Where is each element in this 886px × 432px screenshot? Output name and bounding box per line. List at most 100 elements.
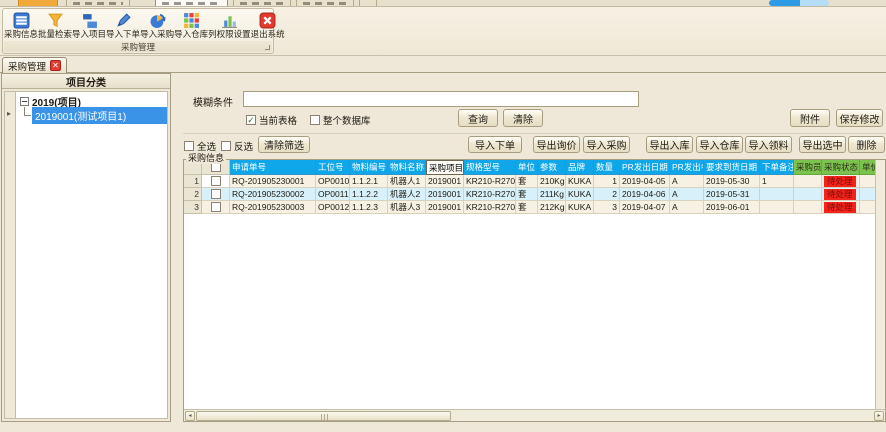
column-header-采购项目[interactable]: 采购项目 xyxy=(426,160,464,175)
column-header-工位号[interactable]: 工位号 xyxy=(316,160,350,175)
action-button-导入领料[interactable]: 导入领料 xyxy=(745,136,792,153)
cell-price xyxy=(860,201,875,214)
panel-title: 项目分类 xyxy=(2,74,170,89)
separator xyxy=(183,133,886,134)
checkbox-icon[interactable] xyxy=(310,115,320,125)
row-number: 1 xyxy=(184,175,202,188)
cell-pr_sender: A xyxy=(670,201,704,214)
close-icon[interactable]: ✕ xyxy=(50,60,61,71)
row-checkbox[interactable] xyxy=(202,188,230,201)
checkbox-icon[interactable] xyxy=(221,141,231,151)
checkbox-icon[interactable] xyxy=(211,176,221,186)
scroll-right-icon[interactable]: ▸ xyxy=(874,411,884,421)
column-header-下单备注[interactable]: 下单备注 xyxy=(760,160,794,175)
column-header-采购员[interactable]: 采购员 xyxy=(794,160,822,175)
save-changes-button[interactable]: 保存修改 xyxy=(836,109,883,127)
ribbon-button-导入仓库[interactable]: 导入仓库 xyxy=(174,10,208,43)
ribbon-button-导入项目[interactable]: 导入项目 xyxy=(72,10,106,43)
checkbox-当前表格[interactable]: ✓当前表格 xyxy=(246,113,297,127)
ribbon-tab-selected[interactable] xyxy=(155,0,228,6)
ribbon-button-导入下单[interactable]: 导入下单 xyxy=(106,10,140,43)
column-header-品牌[interactable]: 品牌 xyxy=(566,160,594,175)
action-button-删除[interactable]: 删除 xyxy=(848,136,885,153)
checkbox-icon[interactable] xyxy=(184,141,194,151)
ribbon-tab-1[interactable] xyxy=(66,0,130,6)
fuzzy-condition-input[interactable] xyxy=(243,91,639,107)
checkbox-icon[interactable] xyxy=(211,202,221,212)
ribbon-button-导入采购[interactable]: 导入采购 xyxy=(140,10,174,43)
column-header-物料名称[interactable]: 物料名称 xyxy=(388,160,426,175)
checkbox-整个数据库[interactable]: 整个数据库 xyxy=(310,113,371,127)
horizontal-scrollbar[interactable]: ◂ ▸ xyxy=(184,409,885,421)
checkbox-label: 当前表格 xyxy=(259,113,297,127)
cell-required_date: 2019-05-31 xyxy=(704,188,760,201)
clear-filter-button[interactable]: 清除筛选 xyxy=(258,136,310,153)
ribbon-button-label: 列权限设置 xyxy=(208,29,251,40)
ribbon-button-列权限设置[interactable]: 列权限设置 xyxy=(208,10,251,43)
tree-area: ▸ 2019(项目)2019001(测试项目1) xyxy=(4,91,168,419)
column-header-单位[interactable]: 单位 xyxy=(516,160,538,175)
table-row[interactable]: 3RQ-201905230003OP00121.1.2.3机器人32019001… xyxy=(184,201,875,214)
cell-qty: 3 xyxy=(594,201,620,214)
column-header-单价[interactable]: 单价 xyxy=(860,160,875,175)
column-header-物料编号[interactable]: 物料编号 xyxy=(350,160,388,175)
funnel-icon xyxy=(47,11,64,29)
ribbon-tab-strip xyxy=(0,0,886,7)
clear-button[interactable]: 清除 xyxy=(503,109,543,127)
cell-material_name: 机器人3 xyxy=(388,201,426,214)
action-button-导入下单[interactable]: 导入下单 xyxy=(468,136,522,153)
ribbon-tab-3[interactable] xyxy=(296,0,354,6)
checkbox-icon[interactable]: ✓ xyxy=(246,115,256,125)
attachment-button[interactable]: 附件 xyxy=(790,109,830,127)
action-button-导出选中[interactable]: 导出选中 xyxy=(799,136,846,153)
column-header-采购状态[interactable]: 采购状态 xyxy=(822,160,860,175)
action-button-导出询价[interactable]: 导出询价 xyxy=(533,136,580,153)
table-row[interactable]: 1RQ-201905230001OP00101.1.2.1机器人12019001… xyxy=(184,175,875,188)
scroll-left-icon[interactable]: ◂ xyxy=(185,411,195,421)
document-tab-procurement[interactable]: 采购管理 ✕ xyxy=(2,57,67,73)
column-header-参数[interactable]: 参数 xyxy=(538,160,566,175)
tab-text-remnant xyxy=(162,2,221,5)
column-header-规格型号[interactable]: 规格型号 xyxy=(464,160,516,175)
action-button-导出入库[interactable]: 导出入库 xyxy=(646,136,693,153)
cell-material_no: 1.1.2.1 xyxy=(350,175,388,188)
cell-station_no: OP0010 xyxy=(316,175,350,188)
column-header-PR发出者[interactable]: PR发出者 xyxy=(670,160,704,175)
query-button[interactable]: 查询 xyxy=(458,109,498,127)
cell-qty: 2 xyxy=(594,188,620,201)
cell-spec: KR210-R2702 xyxy=(464,201,516,214)
cell-buyer xyxy=(794,201,822,214)
cell-material_no: 1.1.2.3 xyxy=(350,201,388,214)
row-checkbox[interactable] xyxy=(202,175,230,188)
column-header-PR发出日期[interactable]: PR发出日期 xyxy=(620,160,670,175)
ribbon-button-退出系统[interactable]: 退出系统 xyxy=(251,10,285,43)
checkbox-icon[interactable] xyxy=(211,189,221,199)
cell-material_name: 机器人1 xyxy=(388,175,426,188)
ribbon-tab-2[interactable] xyxy=(233,0,291,6)
table-row[interactable]: 2RQ-201905230002OP00111.1.2.2机器人22019001… xyxy=(184,188,875,201)
action-button-导入仓库[interactable]: 导入仓库 xyxy=(696,136,743,153)
cell-pr_date: 2019-04-06 xyxy=(620,188,670,201)
column-header-要求到货日期[interactable]: 要求到货日期 xyxy=(704,160,760,175)
ribbon-tab-file[interactable] xyxy=(18,0,58,6)
scrollbar-thumb[interactable] xyxy=(196,411,451,421)
ribbon-tab-4[interactable] xyxy=(359,0,377,6)
current-row-arrow-icon: ▸ xyxy=(7,109,11,118)
document-tab-strip: 采购管理 ✕ xyxy=(0,56,886,73)
action-button-导入采购[interactable]: 导入采购 xyxy=(583,136,630,153)
vertical-scrollbar[interactable] xyxy=(875,160,885,409)
dialog-launcher-icon[interactable] xyxy=(265,45,270,50)
ribbon-button-采购信息[interactable]: 采购信息 xyxy=(4,10,38,43)
application-window: 采购信息批量检索导入项目导入下单导入采购导入仓库列权限设置退出系统 采购管理 采… xyxy=(0,0,886,432)
tree-node-2019001(测试项目1)[interactable]: 2019001(测试项目1) xyxy=(17,108,167,122)
column-header-申请单号[interactable]: 申请单号 xyxy=(230,160,316,175)
grid-header-row: 申请单号工位号物料编号物料名称采购项目规格型号单位参数品牌数量PR发出日期PR发… xyxy=(184,160,875,175)
procurement-grid: 申请单号工位号物料编号物料名称采购项目规格型号单位参数品牌数量PR发出日期PR发… xyxy=(183,159,886,422)
window-control-fragment[interactable] xyxy=(769,0,829,6)
column-header-数量[interactable]: 数量 xyxy=(594,160,620,175)
ribbon-button-批量检索[interactable]: 批量检索 xyxy=(38,10,72,43)
list-icon xyxy=(13,11,30,29)
row-checkbox[interactable] xyxy=(202,201,230,214)
tree-line xyxy=(24,107,31,116)
collapse-icon[interactable] xyxy=(20,97,29,106)
